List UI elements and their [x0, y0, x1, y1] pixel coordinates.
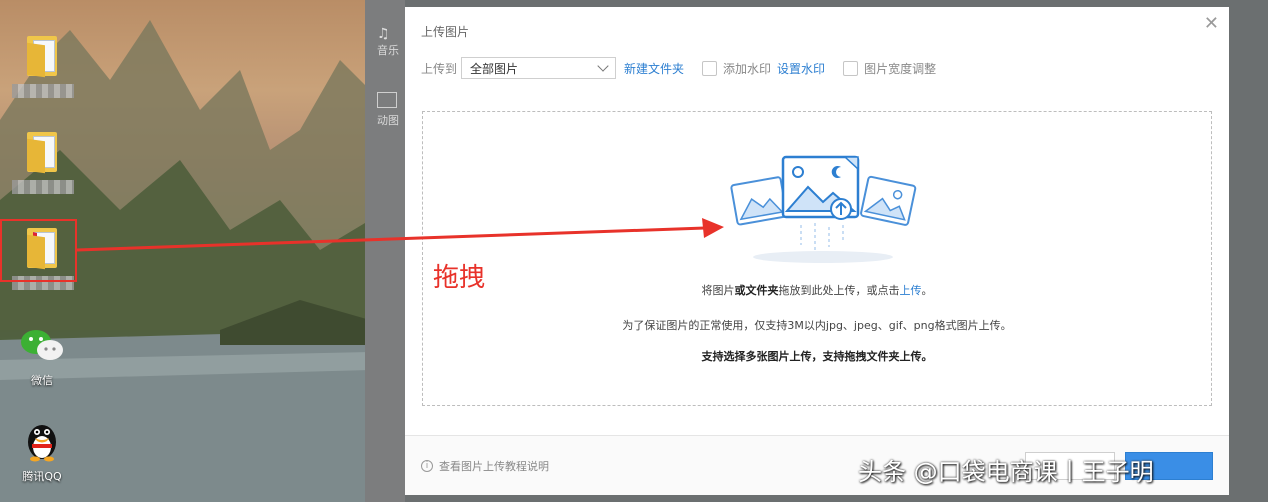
- help-link[interactable]: i 查看图片上传教程说明: [421, 458, 549, 474]
- drop-instruction: 将图片或文件夹拖放到此处上传，或点击上传。: [701, 284, 933, 297]
- watermark-checkbox[interactable]: [702, 60, 718, 76]
- chevron-down-icon: [597, 60, 609, 72]
- folder-icon: [25, 130, 59, 174]
- strip-item-label: 音乐: [377, 44, 399, 57]
- upload-image-dialog: ✕ 上传图片 上传到 全部图片 新建文件夹 添加水印 设置水印 图片宽度调整 将…: [405, 7, 1229, 495]
- desktop-folder-1[interactable]: [12, 34, 74, 98]
- blurred-label: [12, 180, 74, 194]
- blurred-label: [12, 84, 74, 98]
- new-folder-link[interactable]: 新建文件夹: [624, 60, 684, 77]
- width-adjust-label: 图片宽度调整: [864, 61, 937, 76]
- width-adjust-checkbox[interactable]: [843, 60, 859, 76]
- folder-select[interactable]: 全部图片: [461, 57, 617, 79]
- music-note-icon: ♫: [377, 26, 390, 42]
- strip-item-music[interactable]: ♫ 音乐: [377, 26, 399, 58]
- desktop-folder-2[interactable]: [12, 130, 74, 194]
- format-notice: 为了保证图片的正常使用，仅支持3M以内jpg、jpeg、gif、png格式图片上…: [622, 319, 1012, 332]
- set-watermark-link[interactable]: 设置水印: [777, 60, 825, 77]
- desktop-qq[interactable]: 腾讯QQ: [12, 418, 72, 484]
- upload-dropzone[interactable]: 将图片或文件夹拖放到此处上传，或点击上传。 为了保证图片的正常使用，仅支持3M以…: [422, 111, 1212, 406]
- upload-images-illustration: [730, 155, 917, 263]
- help-text: 查看图片上传教程说明: [439, 460, 549, 473]
- highlight-box: [0, 219, 77, 282]
- dialog-title: 上传图片: [421, 25, 470, 39]
- qq-label: 腾讯QQ: [22, 470, 62, 483]
- background-app-strip: ♫ 音乐 动图: [365, 0, 405, 502]
- strip-item-gif[interactable]: 动图: [377, 92, 399, 128]
- upload-to-label: 上传到: [421, 61, 458, 76]
- wechat-label: 微信: [31, 374, 53, 387]
- multi-upload-notice: 支持选择多张图片上传，支持拖拽文件夹上传。: [701, 350, 933, 363]
- drag-annotation-label: 拖拽: [433, 263, 486, 293]
- image-icon: [377, 92, 397, 108]
- upload-toolbar: 上传到 全部图片 新建文件夹 添加水印 设置水印 图片宽度调整: [421, 57, 936, 79]
- close-icon[interactable]: ✕: [1204, 13, 1219, 34]
- folder-icon: [25, 34, 59, 78]
- qq-penguin-icon: [28, 425, 56, 462]
- info-icon: i: [421, 460, 433, 472]
- wechat-icon: [21, 330, 63, 360]
- strip-item-label: 动图: [377, 114, 399, 127]
- click-upload-link[interactable]: 上传: [900, 284, 922, 297]
- folder-select-value: 全部图片: [470, 61, 519, 76]
- desktop-wechat[interactable]: 微信: [12, 326, 72, 388]
- add-watermark-label: 添加水印: [723, 61, 772, 76]
- watermark-text: 头条 @口袋电商课丨王子明: [858, 458, 1154, 486]
